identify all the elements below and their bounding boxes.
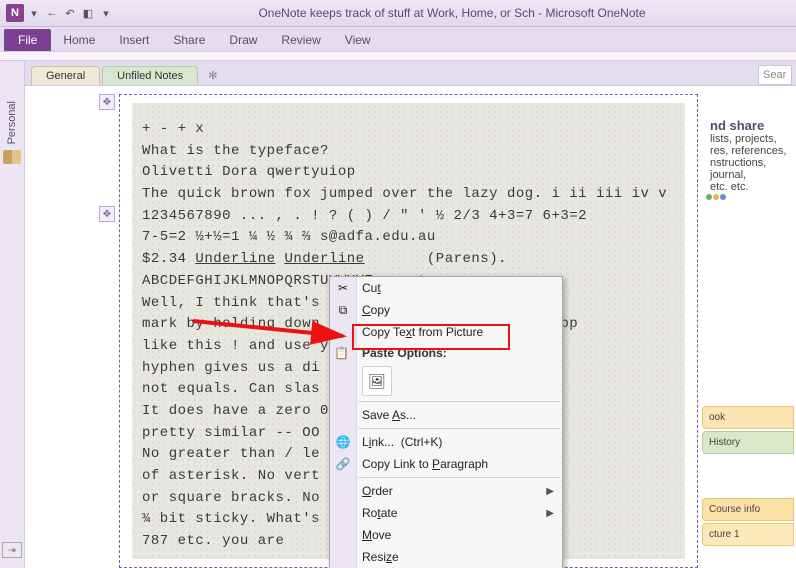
tab-home[interactable]: Home	[51, 29, 107, 51]
menu-order[interactable]: Order▶	[330, 480, 562, 502]
menu-save-as[interactable]: Save As...	[330, 404, 562, 426]
notebook-label[interactable]: Personal	[6, 101, 18, 144]
clipboard-icon: 📋	[334, 346, 349, 360]
window-title: OneNote keeps track of stuff at Work, Ho…	[114, 6, 790, 20]
globe-link-icon: 🌐	[334, 433, 352, 451]
undo-icon[interactable]: ↶	[62, 5, 78, 21]
ocr-line: + - + x	[142, 119, 675, 141]
ribbon-tabs: File Home Insert Share Draw Review View	[0, 27, 796, 51]
dock-icon[interactable]: ◧	[80, 5, 96, 21]
context-menu: ✂Cut ⧉Copy Copy Text from Picture 📋Paste…	[329, 276, 563, 568]
qat-dropdown-icon[interactable]: ▾	[26, 5, 42, 21]
back-icon[interactable]: ←	[44, 5, 60, 21]
page-tab[interactable]: ook	[702, 406, 794, 429]
share-line: nstructions, journal,	[710, 157, 788, 181]
share-info: nd share lists, projects, res, reference…	[702, 110, 796, 201]
menu-copy-text-from-picture[interactable]: Copy Text from Picture	[330, 321, 562, 343]
share-title: nd share	[710, 118, 788, 133]
container-side-handle[interactable]: ✥	[99, 206, 115, 222]
menu-rotate[interactable]: Rotate▶	[330, 502, 562, 524]
chevron-right-icon: ▶	[546, 508, 554, 519]
section-tabs: General Unfiled Notes ✻ Sear	[25, 61, 796, 86]
notebook-icon[interactable]	[3, 150, 21, 164]
menu-copy-link-paragraph[interactable]: 🔗Copy Link to Paragraph	[330, 453, 562, 475]
ocr-line: 1234567890 ... , . ! ? ( ) / " ' ½ 2/3 4…	[142, 206, 675, 228]
qat-more-icon[interactable]: ▾	[98, 5, 114, 21]
page-canvas[interactable]: ✥ ✥ + - + x What is the typeface? Olivet…	[25, 86, 796, 568]
tab-view[interactable]: View	[333, 29, 383, 51]
notebook-rail: Personal ⇥	[0, 61, 25, 568]
ocr-line: Olivetti Dora qwertyuiop	[142, 162, 675, 184]
ocr-line: $2.34 Underline Underline (Parens).	[142, 249, 675, 271]
menu-move[interactable]: Move	[330, 524, 562, 546]
link-icon: 🔗	[334, 455, 352, 473]
collapse-rail-icon[interactable]: ⇥	[2, 542, 22, 558]
tab-draw[interactable]: Draw	[217, 29, 269, 51]
copy-icon: ⧉	[334, 301, 352, 319]
ocr-line: What is the typeface?	[142, 141, 675, 163]
share-line: etc. etc.	[710, 181, 788, 193]
menu-cut[interactable]: ✂Cut	[330, 277, 562, 299]
title-bar: N ▾ ← ↶ ◧ ▾ OneNote keeps track of stuff…	[0, 0, 796, 27]
right-panel: nd share lists, projects, res, reference…	[702, 110, 796, 568]
new-section-button[interactable]: ✻	[200, 66, 225, 85]
page-tab[interactable]: cture 1	[702, 523, 794, 546]
file-tab[interactable]: File	[4, 29, 51, 51]
ocr-line: The quick brown fox jumped over the lazy…	[142, 184, 675, 206]
menu-copy[interactable]: ⧉Copy	[330, 299, 562, 321]
scissors-icon: ✂	[334, 279, 352, 297]
search-input[interactable]: Sear	[758, 65, 792, 85]
section-tab-unfiled[interactable]: Unfiled Notes	[102, 66, 198, 85]
tab-insert[interactable]: Insert	[107, 29, 161, 51]
tab-review[interactable]: Review	[269, 29, 332, 51]
page-tabs: ook History Course info cture 1	[702, 406, 796, 568]
share-line: lists, projects,	[710, 133, 788, 145]
paste-picture-icon[interactable]: 🖼	[362, 366, 392, 396]
chevron-right-icon: ▶	[546, 486, 554, 497]
container-move-handle[interactable]: ✥	[99, 94, 115, 110]
ribbon-bar	[0, 51, 796, 61]
menu-resize[interactable]: Resize	[330, 546, 562, 568]
page-tab[interactable]: History	[702, 431, 794, 454]
share-line: res, references,	[710, 145, 788, 157]
ocr-line: 7-5=2 ½+½=1 ¼ ½ ¾ ⅔ s@adfa.edu.au	[142, 227, 675, 249]
quick-access-toolbar: N ▾ ← ↶ ◧ ▾	[6, 4, 114, 22]
app-icon[interactable]: N	[6, 4, 24, 22]
page-tab[interactable]: Course info	[702, 498, 794, 521]
menu-paste-options-label: 📋Paste Options:	[330, 343, 562, 363]
menu-paste-option[interactable]: 🖼	[330, 363, 562, 399]
menu-link[interactable]: 🌐Link... (Ctrl+K)	[330, 431, 562, 453]
tab-share[interactable]: Share	[161, 29, 217, 51]
section-tab-general[interactable]: General	[31, 66, 100, 85]
